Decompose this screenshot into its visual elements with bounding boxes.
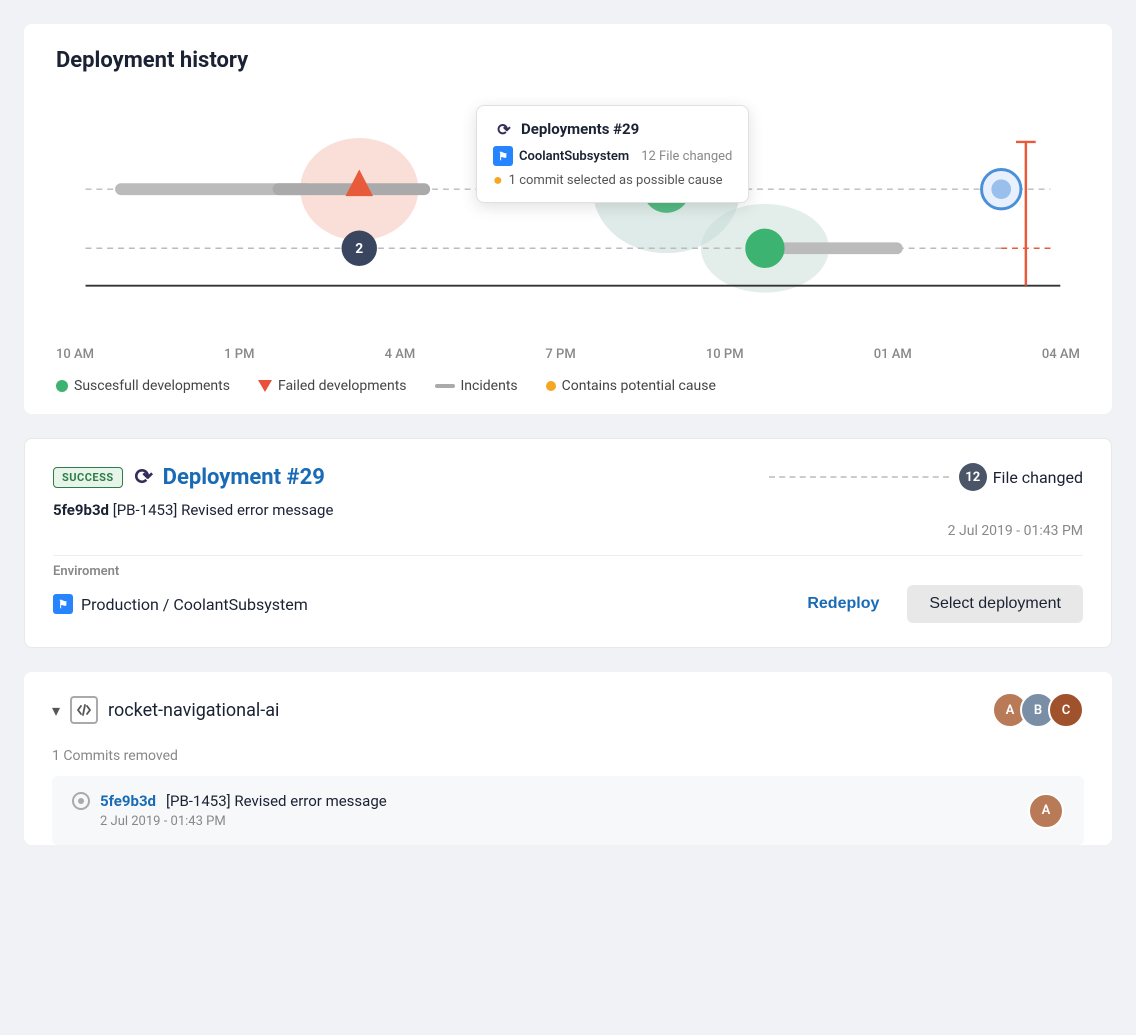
chart-legend: Suscesfull developments Failed developme… bbox=[56, 378, 1080, 394]
bitbucket-icon: ⚑ bbox=[493, 146, 513, 166]
legend-incidents-label: Incidents bbox=[461, 378, 518, 394]
chart-area: 2 ☞ ⟳ Deployments #29 ⚑ CoolantSubsystem… bbox=[56, 101, 1080, 331]
deployment-card: SUCCESS ⟳ Deployment #29 12 File changed… bbox=[24, 438, 1112, 648]
time-label-3: 7 PM bbox=[545, 347, 575, 362]
commits-removed-label: 1 Commits removed bbox=[24, 748, 1112, 776]
deployment-tooltip: ⟳ Deployments #29 ⚑ CoolantSubsystem 12 … bbox=[476, 105, 749, 203]
avatar-group: A B C bbox=[992, 692, 1084, 728]
env-name: ⚑ Production / CoolantSubsystem bbox=[53, 594, 308, 614]
deployment-date: 2 Jul 2019 - 01:43 PM bbox=[53, 523, 1083, 539]
commit-author-avatar: A bbox=[1028, 793, 1064, 829]
svg-text:2: 2 bbox=[355, 241, 363, 257]
file-changed-badge: 12 File changed bbox=[959, 463, 1083, 491]
legend-potential-icon bbox=[546, 381, 556, 391]
avatar-3: C bbox=[1048, 692, 1084, 728]
repo-header: ▾ rocket-navigational-ai A B C bbox=[24, 672, 1112, 748]
commit-card-left: 5fe9b3d [PB-1453] Revised error message bbox=[72, 792, 387, 810]
repo-code-icon bbox=[70, 696, 98, 724]
tooltip-commit: ● 1 commit selected as possible cause bbox=[493, 170, 732, 190]
legend-failed-icon bbox=[258, 380, 272, 392]
commit-node-icon bbox=[72, 792, 90, 810]
deployment-header-left: SUCCESS ⟳ Deployment #29 bbox=[53, 465, 325, 490]
divider bbox=[53, 555, 1083, 556]
legend-failed-label: Failed developments bbox=[278, 378, 407, 394]
repo-header-left: ▾ rocket-navigational-ai bbox=[52, 696, 279, 724]
commit-message-display: [PB-1453] Revised error message bbox=[166, 792, 387, 810]
legend-incidents-icon bbox=[435, 384, 455, 388]
commit-card-content: 5fe9b3d [PB-1453] Revised error message … bbox=[72, 792, 387, 829]
env-label: Enviroment bbox=[53, 564, 1083, 579]
time-label-0: 10 AM bbox=[56, 347, 94, 362]
deployment-header-right: 12 File changed bbox=[769, 463, 1083, 491]
file-count: 12 bbox=[959, 463, 987, 491]
chart-title: Deployment history bbox=[56, 48, 1080, 73]
redeploy-button[interactable]: Redeploy bbox=[791, 585, 895, 623]
repo-name: rocket-navigational-ai bbox=[108, 700, 279, 721]
time-label-4: 10 PM bbox=[706, 347, 744, 362]
deployment-commit-line: 5fe9b3d [PB-1453] Revised error message bbox=[53, 501, 1083, 519]
deployment-sentry-icon: ⟳ bbox=[133, 466, 155, 488]
time-label-5: 01 AM bbox=[874, 347, 912, 362]
time-labels: 10 AM 1 PM 4 AM 7 PM 10 PM 01 AM 04 AM bbox=[56, 339, 1080, 362]
commit-node-dot bbox=[78, 798, 84, 804]
deployment-commit-message: [PB-1453] Revised error message bbox=[113, 501, 334, 519]
commit-date-display: 2 Jul 2019 - 01:43 PM bbox=[100, 814, 387, 829]
chevron-down-icon[interactable]: ▾ bbox=[52, 701, 60, 720]
environment-section: Enviroment ⚑ Production / CoolantSubsyst… bbox=[53, 564, 1083, 623]
env-row: ⚑ Production / CoolantSubsystem Redeploy… bbox=[53, 585, 1083, 623]
legend-failed: Failed developments bbox=[258, 378, 407, 394]
deployment-commit-hash: 5fe9b3d bbox=[53, 501, 109, 519]
legend-success-label: Suscesfull developments bbox=[74, 378, 230, 394]
commit-hash-display: 5fe9b3d bbox=[100, 792, 156, 810]
dashed-separator bbox=[769, 476, 949, 478]
time-label-2: 4 AM bbox=[385, 347, 416, 362]
commit-card: 5fe9b3d [PB-1453] Revised error message … bbox=[52, 776, 1084, 845]
status-badge: SUCCESS bbox=[53, 467, 123, 488]
repo-section: ▾ rocket-navigational-ai A B C 1 Commits… bbox=[24, 672, 1112, 845]
tooltip-service-row: ⚑ CoolantSubsystem 12 File changed bbox=[493, 146, 732, 166]
legend-incidents: Incidents bbox=[435, 378, 518, 394]
legend-potential-label: Contains potential cause bbox=[562, 378, 716, 394]
time-label-1: 1 PM bbox=[224, 347, 254, 362]
page-container: Deployment history bbox=[24, 24, 1112, 845]
file-changed-label: File changed bbox=[993, 468, 1083, 487]
deployment-header: SUCCESS ⟳ Deployment #29 12 File changed bbox=[53, 463, 1083, 491]
chart-section: Deployment history bbox=[24, 24, 1112, 414]
deployment-title: ⟳ Deployment #29 bbox=[133, 465, 325, 490]
select-deployment-button[interactable]: Select deployment bbox=[907, 585, 1083, 623]
tooltip-title: ⟳ Deployments #29 bbox=[493, 118, 732, 140]
legend-success-icon bbox=[56, 380, 68, 392]
env-actions: Redeploy Select deployment bbox=[791, 585, 1083, 623]
time-label-6: 04 AM bbox=[1042, 347, 1080, 362]
sentry-icon: ⟳ bbox=[493, 118, 515, 140]
legend-success: Suscesfull developments bbox=[56, 378, 230, 394]
env-bitbucket-icon: ⚑ bbox=[53, 594, 73, 614]
legend-potential: Contains potential cause bbox=[546, 378, 716, 394]
